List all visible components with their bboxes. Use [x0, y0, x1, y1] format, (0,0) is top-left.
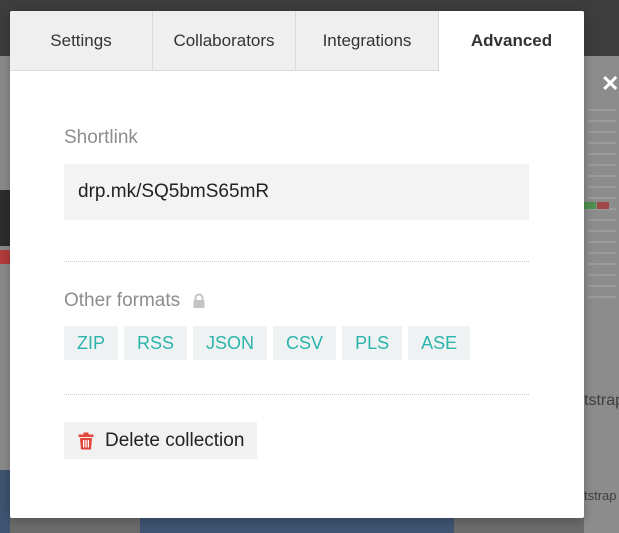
- tab-integrations[interactable]: Integrations: [296, 11, 439, 71]
- background-strip: [0, 190, 10, 246]
- background-left-panel: [0, 56, 10, 533]
- trash-icon: [78, 432, 94, 450]
- background-snippet: tstrap: [584, 488, 617, 503]
- delete-collection-label: Delete collection: [105, 429, 245, 451]
- divider: [64, 394, 529, 395]
- format-zip-button[interactable]: ZIP: [64, 326, 119, 360]
- format-ase-button[interactable]: ASE: [408, 326, 471, 360]
- tab-settings[interactable]: Settings: [10, 11, 153, 71]
- background-text-lines: [588, 100, 616, 300]
- shortlink-field[interactable]: drp.mk/SQ5bmS65mR: [64, 164, 529, 220]
- background-bottom-bar: [140, 518, 454, 533]
- background-badge: [597, 202, 609, 209]
- format-pls-button[interactable]: PLS: [342, 326, 403, 360]
- other-formats-heading: Other formats: [64, 290, 206, 312]
- divider: [64, 261, 529, 262]
- format-rss-button[interactable]: RSS: [124, 326, 188, 360]
- background-bottom-bar: [0, 470, 10, 533]
- delete-collection-button[interactable]: Delete collection: [64, 422, 258, 459]
- background-snippet: tstrap: [584, 392, 619, 409]
- background-badge: [584, 202, 596, 209]
- collection-settings-modal: Settings Collaborators Integrations Adva…: [10, 11, 584, 518]
- format-json-button[interactable]: JSON: [193, 326, 268, 360]
- other-formats-label: Other formats: [64, 290, 181, 311]
- format-list: ZIP RSS JSON CSV PLS ASE: [64, 326, 476, 360]
- tab-bar: Settings Collaborators Integrations Adva…: [10, 11, 584, 71]
- lock-icon: [192, 293, 206, 309]
- tab-collaborators[interactable]: Collaborators: [153, 11, 296, 71]
- background-strip: [0, 250, 10, 264]
- tab-advanced[interactable]: Advanced: [439, 11, 584, 71]
- close-icon[interactable]: ✕: [601, 72, 619, 96]
- format-csv-button[interactable]: CSV: [273, 326, 337, 360]
- shortlink-label: Shortlink: [64, 127, 138, 148]
